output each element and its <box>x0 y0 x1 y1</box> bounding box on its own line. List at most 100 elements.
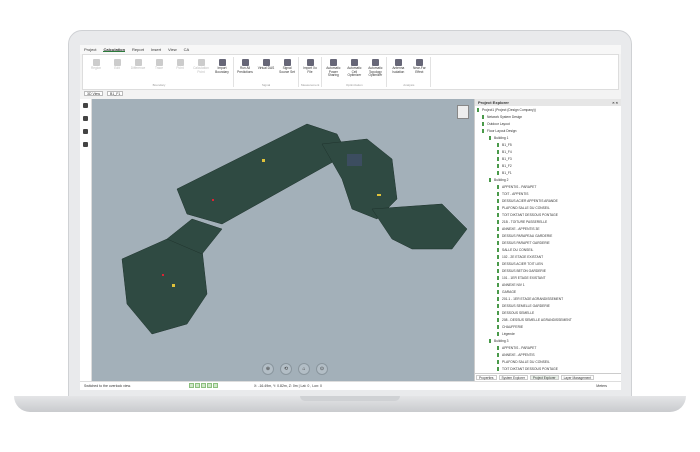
nav-button[interactable]: ⟲ <box>280 363 292 375</box>
ribbon-button[interactable]: Edit <box>108 57 126 83</box>
tree-item[interactable]: ANNEXE - APPENTIS 3E <box>477 226 619 233</box>
explorer-tab[interactable]: System Explorer <box>498 375 528 380</box>
explorer-tab[interactable]: Layer Management <box>560 375 595 380</box>
ribbon-button[interactable]: Automatic Topology Optimizer <box>366 57 384 83</box>
tool-icon <box>415 59 423 66</box>
tree-item[interactable]: DESSUS SEMELLE GARDERIE <box>477 303 619 310</box>
ribbon-button[interactable]: Automatic Power Sharing <box>324 57 342 83</box>
tree-item[interactable]: 21B - TOITURE PASSERELLE <box>477 219 619 226</box>
tree-item[interactable]: B1_F5 <box>477 142 619 149</box>
laptop-notch <box>300 396 400 401</box>
tree-item[interactable]: DESSOUS SEMELLE <box>477 310 619 317</box>
layers-icon[interactable] <box>83 116 88 121</box>
tree-item[interactable]: TOIT - APPENTIS <box>477 191 619 198</box>
tree-label: B1_F5 <box>502 143 512 147</box>
tree-item[interactable]: APPENTIS - PARAPET <box>477 345 619 352</box>
floor-icon <box>497 171 499 176</box>
ribbon-button[interactable]: Automatic Cell Optimizer <box>345 57 363 83</box>
tree-label: 102 - 2E ETAGE EXISTANT <box>502 255 544 259</box>
tree-item[interactable]: DESSUS PARAPET GARDERIE <box>477 240 619 247</box>
explorer-tab[interactable]: Project Explorer <box>529 375 559 380</box>
tree-item[interactable]: Building 1 <box>477 135 619 142</box>
tab-calculation[interactable]: Calculation <box>103 47 126 52</box>
signal-icon[interactable] <box>83 142 88 147</box>
tree-label: B1_F1 <box>502 171 512 175</box>
tree-item[interactable]: TOIT DIKTANT DESSOUS PONTAGE <box>477 366 619 373</box>
ribbon-button[interactable]: Signal Source Set <box>278 57 296 83</box>
network-icon[interactable] <box>83 103 88 108</box>
tree-item[interactable]: Network System Design <box>477 114 619 121</box>
explorer-tab[interactable]: Properties <box>476 375 497 380</box>
status-bar: Switched to the overlook view. X: -16.49… <box>80 381 621 390</box>
nav-button[interactable]: ⊕ <box>262 363 274 375</box>
ribbon-button[interactable]: Difference <box>129 57 147 83</box>
ribbon-button[interactable]: Virtual DAS <box>257 57 275 83</box>
antenna-icon[interactable] <box>83 129 88 134</box>
tree-item[interactable]: DESSUS BETON GARDERIE <box>477 268 619 275</box>
view-select[interactable]: 3D View <box>84 91 103 96</box>
tree-item[interactable]: 101 - 1ER ETAGE EXISTANT <box>477 275 619 282</box>
nav-button[interactable]: ⊙ <box>316 363 328 375</box>
floor-icon <box>497 213 499 218</box>
tree-item[interactable]: Floor Layout Design <box>477 128 619 135</box>
ribbon-button[interactable]: Import Boundary <box>213 57 231 83</box>
tree-item[interactable]: DESSUS ACIER APPENTIS ARANDE <box>477 198 619 205</box>
button-label: Region <box>90 66 102 70</box>
tree-label: 208 - DESSUS SEMELLE AGRANDISSEMENT <box>502 318 572 322</box>
tree-item[interactable]: 102 - 2E ETAGE EXISTANT <box>477 254 619 261</box>
tree-item[interactable]: ANNEXE NIV 1 <box>477 282 619 289</box>
tab-view[interactable]: View <box>168 47 177 52</box>
tool-icon <box>371 59 379 66</box>
tree-item[interactable]: 201.1 - 1ER ETAGE AGRANDISSEMENT <box>477 296 619 303</box>
ribbon-button[interactable]: Import Xo File <box>301 57 319 83</box>
tree-label: DESSUS PARAPET GARDERIE <box>502 241 550 245</box>
ribbon-button[interactable]: Trace <box>150 57 168 83</box>
tool-icon <box>241 59 249 66</box>
tree-item[interactable]: PLAFOND SALLE DU CONSEIL <box>477 359 619 366</box>
building-wing-west <box>121 238 208 335</box>
tree-item[interactable]: Légende <box>477 331 619 338</box>
floor-icon <box>497 206 499 211</box>
nav-button[interactable]: ⌂ <box>298 363 310 375</box>
tab-insert[interactable]: Insert <box>151 47 161 52</box>
ribbon-button[interactable]: Calculation Point <box>192 57 210 83</box>
tree-item[interactable]: CHAUFFERIE <box>477 324 619 331</box>
tab-report[interactable]: Report <box>132 47 144 52</box>
tree-item[interactable]: DESSUS PARAPEAU GARDERIE <box>477 233 619 240</box>
tree-item[interactable]: TOIT DIKTANT DESSOUS PONTAGE <box>477 212 619 219</box>
ribbon-button[interactable]: Point <box>171 57 189 83</box>
ribbon-button[interactable]: Region <box>87 57 105 83</box>
tree-item[interactable]: B1_F3 <box>477 156 619 163</box>
tree-item[interactable]: B1_F1 <box>477 170 619 177</box>
floor-icon <box>482 129 484 134</box>
ribbon-button[interactable]: Near-Far Effect <box>410 57 428 83</box>
tab-ca[interactable]: CA <box>184 47 190 52</box>
3d-viewport[interactable]: ⊕ ⟲ ⌂ ⊙ <box>92 99 474 381</box>
floor-select[interactable]: B1_F1 <box>106 91 124 96</box>
tree-item[interactable]: Building 2 <box>477 177 619 184</box>
tree-item[interactable]: B1_F4 <box>477 149 619 156</box>
tree-item[interactable]: SALLE DU CONSEIL <box>477 247 619 254</box>
tree-item[interactable]: PLAFOND SALLE DU CONSEIL <box>477 205 619 212</box>
tree-item[interactable]: GARAGE <box>477 289 619 296</box>
coordinates: X: -16.49m, Y: 0.82m, Z: 0m | Lat: 0 , L… <box>254 384 322 388</box>
tree-item[interactable]: B1_F2 <box>477 163 619 170</box>
tree-item[interactable]: Outdoor Layout <box>477 121 619 128</box>
snap-buttons[interactable] <box>189 383 254 389</box>
button-label: Signal Source Set <box>279 66 295 74</box>
ribbon-button[interactable]: Run All Predictions <box>236 57 254 83</box>
view-cube[interactable] <box>457 105 469 119</box>
close-icon[interactable]: × × <box>612 100 618 105</box>
ribbon-button[interactable]: Antenna Isolation <box>389 57 407 83</box>
tree-item[interactable]: ANNEXE - APPENTIS <box>477 352 619 359</box>
tree-item[interactable]: Project1 (Project (Design Company)) <box>477 107 619 114</box>
floor-icon <box>497 255 499 260</box>
tree-item[interactable]: APPENTIS - PARAPET <box>477 184 619 191</box>
tree-label: Légende <box>502 332 515 336</box>
button-label: Virtual DAS <box>257 66 275 70</box>
floor-icon <box>497 150 499 155</box>
tab-project[interactable]: Project <box>84 47 96 52</box>
tree-item[interactable]: Building 3 <box>477 338 619 345</box>
tree-item[interactable]: 208 - DESSUS SEMELLE AGRANDISSEMENT <box>477 317 619 324</box>
tree-item[interactable]: DESSUS ACIER TOIT LIEN <box>477 261 619 268</box>
